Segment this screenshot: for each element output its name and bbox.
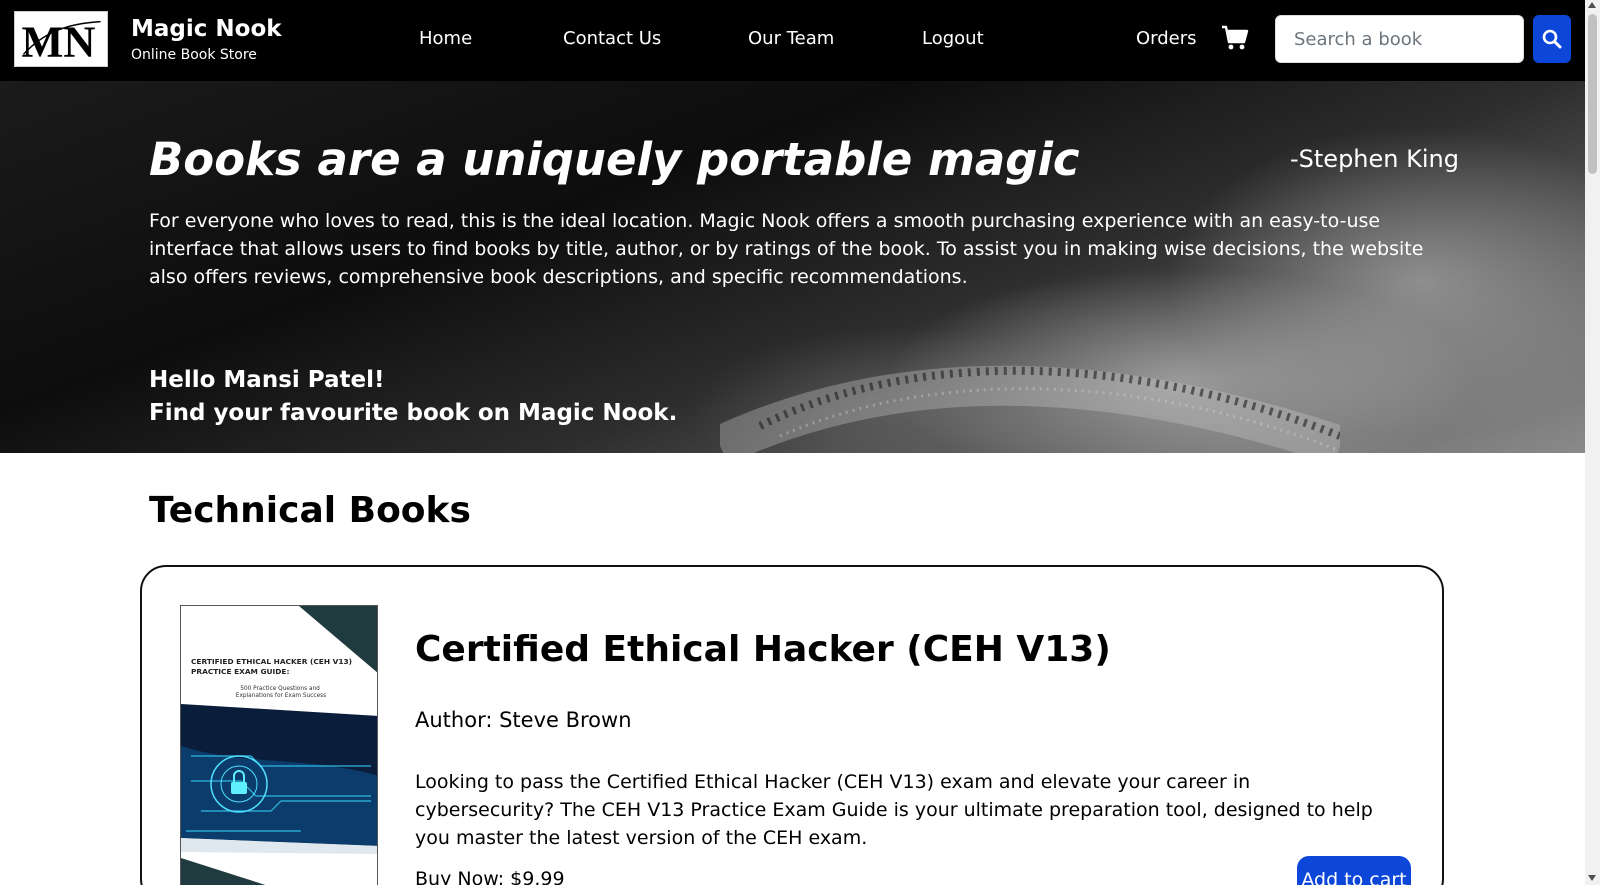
hero-greeting: Hello Mansi Patel! Find your favourite b…: [149, 364, 677, 430]
scroll-down-arrow-icon[interactable]: [1588, 875, 1596, 881]
hero-quote: Books are a uniquely portable magic: [149, 133, 1080, 186]
nav-orders[interactable]: Orders: [1136, 28, 1197, 49]
section-title: Technical Books: [149, 490, 471, 531]
add-to-cart-button[interactable]: Add to cart: [1297, 856, 1411, 885]
book-cover-image[interactable]: CERTIFIED ETHICAL HACKER (CEH V13) PRACT…: [180, 605, 378, 885]
scroll-up-arrow-icon[interactable]: [1588, 2, 1596, 8]
hero-quote-author: -Stephen King: [1290, 145, 1459, 173]
book-description: Looking to pass the Certified Ethical Ha…: [415, 771, 1373, 849]
greeting-line: Hello Mansi Patel!: [149, 367, 385, 393]
cover-subheading: 500 Practice Questions and Explanations …: [236, 686, 326, 699]
brand-tagline: Online Book Store: [131, 47, 257, 63]
nav-home[interactable]: Home: [419, 28, 472, 49]
greeting-subline: Find your favourite book on Magic Nook.: [149, 400, 678, 426]
book-price[interactable]: Buy Now: $9.99: [415, 868, 565, 885]
scrollbar-thumb[interactable]: [1588, 14, 1597, 174]
brand-name: Magic Nook: [131, 16, 282, 42]
logo-mark-icon: MN: [21, 16, 101, 66]
book-pages-image: [720, 365, 1340, 453]
nav-contact-us[interactable]: Contact Us: [563, 28, 661, 49]
search-button[interactable]: [1533, 15, 1571, 63]
logo[interactable]: MN: [14, 11, 108, 67]
shopping-cart-icon[interactable]: [1221, 25, 1249, 51]
book-author: Author: Steve Brown: [415, 708, 632, 732]
hero-banner: Books are a uniquely portable magic -Ste…: [0, 81, 1585, 453]
book-title[interactable]: Certified Ethical Hacker (CEH V13): [415, 629, 1111, 670]
nav-our-team[interactable]: Our Team: [748, 28, 834, 49]
navbar: MN Magic Nook Online Book Store Home Con…: [0, 0, 1585, 81]
nav-logout[interactable]: Logout: [922, 28, 984, 49]
hero-description: For everyone who loves to read, this is …: [149, 210, 1424, 288]
book-card: CERTIFIED ETHICAL HACKER (CEH V13) PRACT…: [140, 565, 1444, 885]
search-input[interactable]: [1275, 15, 1524, 63]
magnifier-icon: [1542, 29, 1562, 49]
vertical-scrollbar[interactable]: [1585, 0, 1600, 885]
